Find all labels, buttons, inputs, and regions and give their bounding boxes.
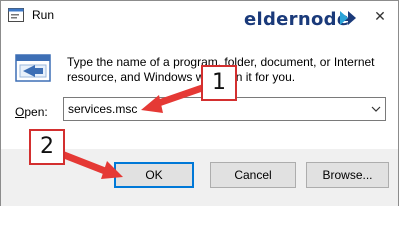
cancel-button[interactable]: Cancel [210,162,296,188]
step-2-badge: 2 [29,129,65,165]
run-program-icon [15,54,51,82]
chevron-down-icon[interactable] [367,98,385,120]
run-app-icon [8,8,24,22]
open-label-accel: O [15,105,25,119]
open-input[interactable]: services.msc [68,102,137,116]
eldernode-logo: eldernode [244,9,350,30]
open-label-rest: pen: [24,105,48,119]
title-bar: Run eldernode ✕ [1,1,398,31]
ok-button[interactable]: OK [114,162,194,188]
window-title: Run [32,8,55,22]
step-1-badge: 1 [201,65,237,101]
open-label: Open: [15,105,48,119]
run-dialog: Run eldernode ✕ Type the name of a progr… [0,0,399,206]
close-button[interactable]: ✕ [362,1,398,31]
close-icon: ✕ [374,8,386,24]
logo-arrows-icon [340,11,356,25]
browse-button[interactable]: Browse... [306,162,389,188]
